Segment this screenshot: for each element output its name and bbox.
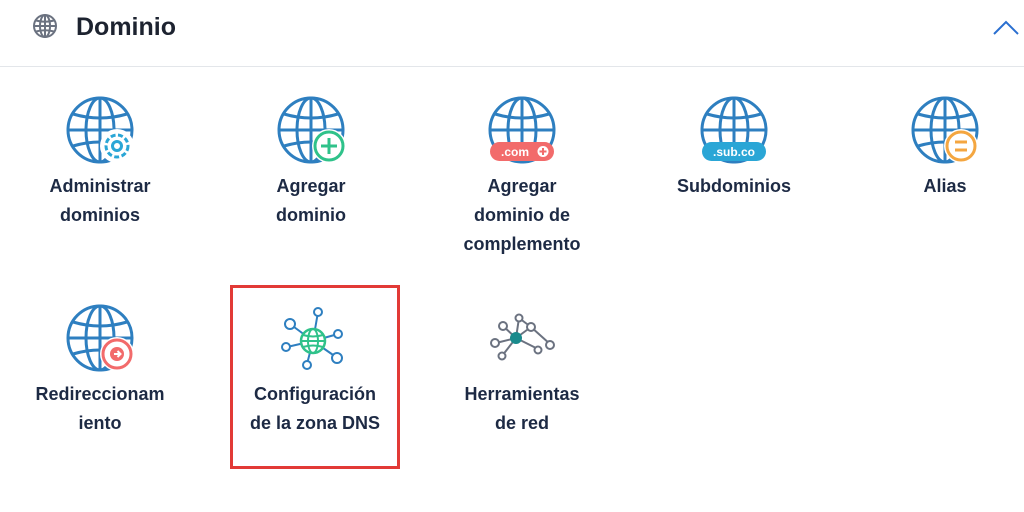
chevron-up-icon[interactable] [990, 16, 1022, 40]
tile-label: Herramientas de red [464, 384, 580, 433]
tile-label: Agregar dominio de complemento [463, 176, 581, 254]
tile-administrar-dominios[interactable]: Administrar dominios [15, 96, 185, 246]
tile-redireccionamiento[interactable]: Redireccionam iento [15, 304, 185, 454]
section-title: Dominio [76, 13, 176, 41]
globe-equals-icon [911, 96, 979, 164]
section-header: Dominio [0, 0, 1024, 67]
tile-label: Alias [923, 176, 967, 196]
dns-zone-network-icon [281, 307, 343, 370]
tile-alias[interactable]: Alias [860, 96, 1024, 216]
tile-agregar-dominio[interactable]: Agregar dominio [226, 96, 396, 246]
tile-label: Administrar dominios [49, 176, 151, 225]
globe-redirect-icon [66, 304, 134, 372]
network-tools-icon [490, 313, 555, 361]
tile-subdominios[interactable]: .sub.co Subdominios [649, 96, 819, 216]
globe-subdomain-icon: .sub.co [700, 96, 768, 164]
globe-gear-icon [66, 96, 134, 164]
tile-configuracion-zona-dns[interactable]: Configuración de la zona DNS [230, 304, 400, 454]
tile-herramientas-de-red[interactable]: Herramientas de red [437, 304, 607, 454]
tile-label: Subdominios [677, 176, 791, 196]
badge-text: .sub.co [713, 145, 755, 159]
tile-label: Configuración de la zona DNS [249, 384, 381, 433]
tile-label: Agregar dominio [276, 176, 346, 225]
globe-plus-icon [277, 96, 346, 164]
tile-label: Redireccionam iento [35, 384, 165, 433]
badge-text: .com [501, 145, 529, 159]
tile-agregar-dominio-complemento[interactable]: .com Agregar dominio de complemento [437, 96, 607, 266]
globe-dotcom-icon: .com [488, 96, 556, 164]
globe-icon [33, 14, 57, 38]
